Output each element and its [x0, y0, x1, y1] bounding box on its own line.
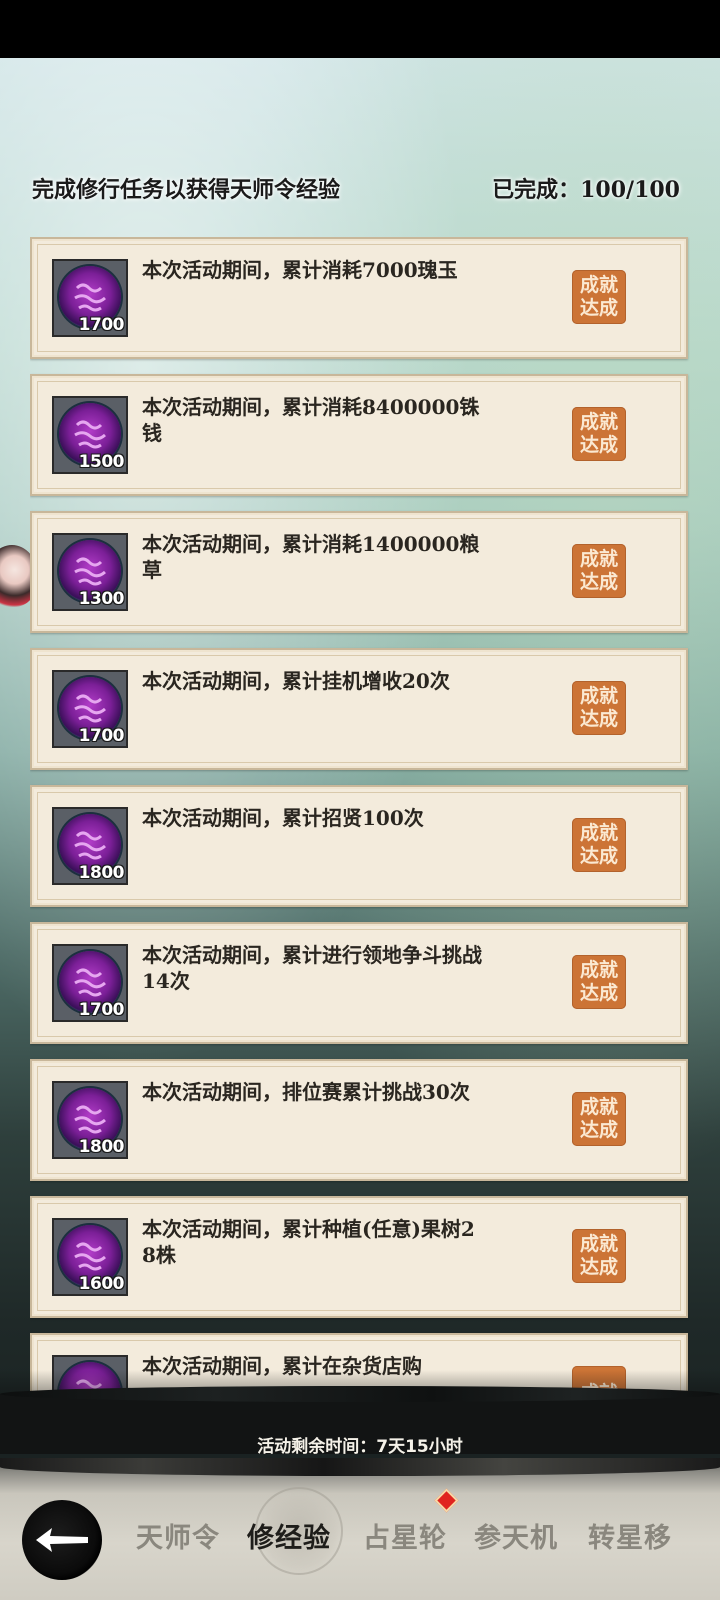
reward-amount: 1300	[78, 589, 125, 609]
reward-item[interactable]: 1700	[52, 944, 128, 1022]
completion-progress: 已完成：100/100	[492, 177, 680, 203]
reward-amount: 1800	[78, 1137, 125, 1157]
reward-item[interactable]: 1700	[52, 259, 128, 337]
achievement-stamp: 成就 达成	[572, 407, 626, 461]
achievement-stamp: 成就 达成	[572, 955, 626, 1009]
reward-amount: 1600	[78, 1274, 125, 1294]
task-card: 1800 本次活动期间，排位赛累计挑战30次 成就 达成	[30, 1059, 688, 1181]
task-description: 本次活动期间，累计消耗8400000铢钱	[142, 395, 480, 445]
reward-amount: 1700	[78, 726, 125, 746]
achievement-stamp: 成就 达成	[572, 1092, 626, 1146]
reward-amount: 1800	[78, 863, 125, 883]
task-description: 本次活动期间，累计招贤100次	[142, 806, 424, 830]
task-header: 完成修行任务以获得天师令经验 已完成：100/100	[32, 170, 680, 206]
task-card: 1800 本次活动期间，累计招贤100次 成就 达成	[30, 785, 688, 907]
reward-item[interactable]: 1700	[52, 670, 128, 748]
achievement-stamp: 成就 达成	[572, 681, 626, 735]
reward-item[interactable]: 1600	[52, 1218, 128, 1296]
status-bar	[0, 0, 720, 58]
task-description: 本次活动期间，累计消耗7000瑰玉	[142, 258, 458, 282]
tab-zhuanxingyi[interactable]: 转星移	[588, 1516, 672, 1566]
task-card: 1700 本次活动期间，累计消耗7000瑰玉 成就 达成	[30, 237, 688, 359]
tab-tianshiling[interactable]: 天师令	[136, 1516, 220, 1566]
reward-item[interactable]: 1800	[52, 1081, 128, 1159]
task-card: 1700 本次活动期间，累计挂机增收20次 成就 达成	[30, 648, 688, 770]
reward-item[interactable]: 1300	[52, 533, 128, 611]
task-description: 本次活动期间，累计挂机增收20次	[142, 669, 450, 693]
task-card: 1600 本次活动期间，累计种植(任意)果树28株 成就 达成	[30, 1196, 688, 1318]
reward-item[interactable]: 1500	[52, 396, 128, 474]
header-title: 完成修行任务以获得天师令经验	[32, 177, 341, 203]
back-button[interactable]	[22, 1500, 102, 1580]
achievement-stamp: 成就 达成	[572, 270, 626, 324]
reward-amount: 1700	[78, 1000, 125, 1020]
task-description: 本次活动期间，累计消耗1400000粮草	[142, 532, 480, 582]
reward-amount: 1500	[78, 452, 125, 472]
task-description: 本次活动期间，累计进行领地争斗挑战14次	[142, 943, 482, 993]
achievement-stamp: 成就 达成	[572, 1229, 626, 1283]
achievement-stamp: 成就 达成	[572, 818, 626, 872]
task-description: 本次活动期间，累计种植(任意)果树28株	[142, 1217, 475, 1267]
back-arrow-icon	[36, 1528, 88, 1552]
reward-amount: 1700	[78, 315, 125, 335]
tab-xiujingyan[interactable]: 修经验	[247, 1516, 331, 1566]
task-list[interactable]: 1700 本次活动期间，累计消耗7000瑰玉 成就 达成 1500 本次活动期间…	[30, 237, 690, 1407]
task-description: 本次活动期间，排位赛累计挑战30次	[142, 1080, 470, 1104]
tab-zhanxinglun[interactable]: 占星轮	[363, 1516, 447, 1566]
task-card: 1700 本次活动期间，累计进行领地争斗挑战14次 成就 达成	[30, 922, 688, 1044]
task-card: 1500 本次活动期间，累计消耗8400000铢钱 成就 达成	[30, 374, 688, 496]
achievement-stamp: 成就 达成	[572, 544, 626, 598]
tab-cantianji[interactable]: 参天机	[474, 1516, 558, 1566]
event-timer: 活动剩余时间：7天15小时	[257, 1437, 463, 1457]
reward-item[interactable]: 1800	[52, 807, 128, 885]
task-card: 1300 本次活动期间，累计消耗1400000粮草 成就 达成	[30, 511, 688, 633]
